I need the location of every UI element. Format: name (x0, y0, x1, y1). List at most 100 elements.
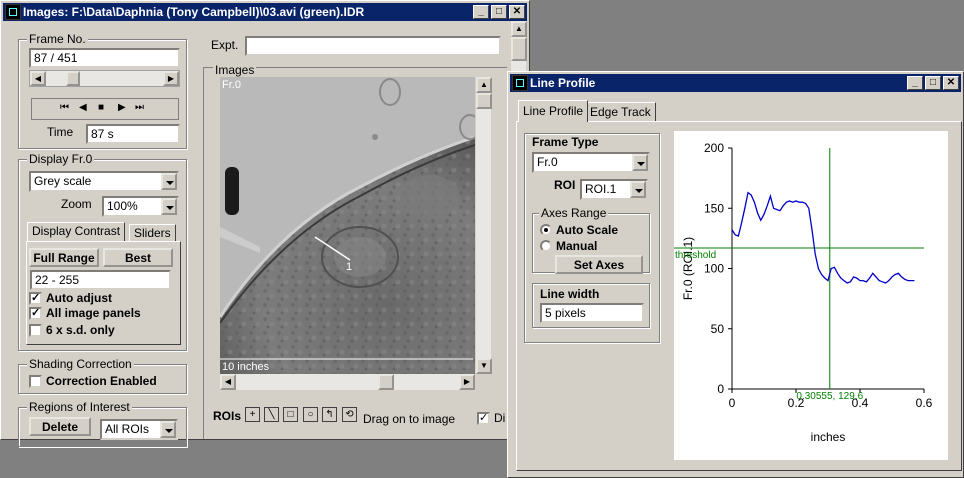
scroll-right-icon[interactable]: ▶ (459, 374, 475, 390)
roi-profile-select[interactable]: ROI.1 (580, 179, 648, 200)
microscope-image-graphic (220, 77, 475, 374)
line-profile-title: Line Profile (530, 76, 596, 90)
image-hscroll-thumb[interactable] (378, 374, 394, 390)
minimize-icon[interactable]: _ (473, 5, 489, 19)
scroll-up-icon[interactable]: ▲ (476, 77, 492, 93)
y-tick-label: 100 (704, 262, 724, 276)
roi-label: ROI (554, 178, 576, 192)
manual-radio[interactable]: Manual (540, 240, 597, 253)
scroll-down-icon[interactable]: ▼ (476, 358, 492, 374)
zoom-value: 100% (107, 199, 138, 213)
checkbox-box[interactable] (29, 324, 42, 337)
frame-type-label: Frame Type (532, 135, 599, 149)
all-image-panels-label: All image panels (46, 306, 141, 320)
y-tick-label: 0 (717, 382, 724, 396)
full-range-button[interactable]: Full Range (29, 248, 99, 267)
close-icon[interactable]: ✕ (509, 5, 525, 19)
frame-type-select[interactable]: Fr.0 (532, 152, 650, 173)
set-axes-button[interactable]: Set Axes (555, 255, 643, 274)
last-frame-icon[interactable]: ⏭ (135, 102, 144, 113)
frame-no-label: Frame No. (27, 32, 88, 46)
slider-right-arrow-icon[interactable]: ▶ (163, 71, 179, 86)
checkbox-box[interactable]: ✓ (29, 292, 42, 305)
manual-label: Manual (556, 239, 598, 253)
profile-chart[interactable]: 0 50 100 150 200 0 0.2 0.4 0.6 inches Fr.0 (ROI.1)… (674, 131, 948, 460)
auto-scale-radio[interactable]: Auto Scale (540, 224, 618, 237)
six-sd-only-label: 6 x s.d. only (46, 323, 115, 337)
tab-sliders[interactable]: Sliders (129, 224, 176, 242)
image-horizontal-scrollbar[interactable]: ◀ ▶ (220, 374, 475, 390)
image-vscroll-thumb[interactable] (476, 93, 492, 109)
line-width-field[interactable]: 5 pixels (540, 303, 644, 323)
roi-select[interactable]: All ROIs (100, 419, 178, 440)
checkbox-box[interactable]: ✓ (477, 412, 490, 425)
images-window-title: Images: F:\Data\Daphnia (Tony Campbell)\… (23, 5, 365, 19)
frame-type-value: Fr.0 (537, 155, 558, 169)
zoom-label: Zoom (61, 197, 92, 211)
line-width-label: Line width (540, 287, 600, 301)
display-group-label: Display Fr.0 (27, 152, 95, 166)
display-rois-checkbox[interactable]: ✓ Di (477, 412, 505, 425)
window-scroll-up-icon[interactable]: ▲ (511, 21, 527, 37)
threshold-label: threshold (675, 250, 716, 261)
roi-profile-value: ROI.1 (585, 182, 617, 196)
checkbox-box[interactable] (29, 375, 42, 388)
chevron-down-icon[interactable] (632, 154, 648, 171)
next-frame-icon[interactable]: ▶ (118, 102, 126, 113)
contrast-range-field[interactable]: 22 - 255 (30, 270, 171, 290)
first-frame-icon[interactable]: ⏮ (60, 102, 69, 113)
rectangle-tool-icon[interactable]: □ (283, 407, 298, 422)
tab-line-profile[interactable]: Line Profile (518, 100, 589, 122)
polyline-tool-icon[interactable]: ↰ (322, 407, 337, 422)
polygon-tool-icon[interactable]: ⟲ (342, 407, 357, 422)
radio-dot[interactable] (540, 224, 552, 236)
stop-icon[interactable]: ■ (98, 102, 104, 113)
microscope-image[interactable]: Fr.0 1 10 inches (220, 77, 475, 374)
tab-display-contrast-label: Display Contrast (32, 224, 121, 238)
tab-line-profile-label: Line Profile (523, 104, 584, 118)
line-profile-titlebar[interactable]: Line Profile _ □ ✕ (510, 74, 961, 92)
all-image-panels-checkbox[interactable]: ✓ All image panels (29, 307, 141, 320)
checkbox-box[interactable]: ✓ (29, 307, 42, 320)
crosshair-tool-icon[interactable]: + (245, 407, 260, 422)
correction-enabled-checkbox[interactable]: Correction Enabled (29, 375, 157, 388)
shading-correction-label: Shading Correction (27, 357, 134, 371)
display-mode-select[interactable]: Grey scale (29, 171, 179, 192)
frame-number-field[interactable]: 87 / 451 (29, 48, 180, 68)
scroll-left-icon[interactable]: ◀ (220, 374, 236, 390)
frame-slider-thumb[interactable] (65, 71, 80, 86)
line-tool-icon[interactable]: ╲ (264, 407, 279, 422)
auto-adjust-checkbox[interactable]: ✓ Auto adjust (29, 292, 112, 305)
tab-edge-track[interactable]: Edge Track (585, 102, 656, 122)
regions-of-interest-label: Regions of Interest (27, 400, 132, 414)
expt-field[interactable] (245, 36, 501, 56)
minimize-icon[interactable]: _ (907, 76, 923, 90)
radio-dot[interactable] (540, 240, 552, 252)
close-icon[interactable]: ✕ (943, 76, 959, 90)
chevron-down-icon[interactable] (160, 421, 176, 438)
window-scroll-thumb[interactable] (511, 37, 527, 61)
images-window-titlebar[interactable]: Images: F:\Data\Daphnia (Tony Campbell)\… (3, 3, 527, 21)
maximize-icon[interactable]: □ (491, 5, 507, 19)
chevron-down-icon[interactable] (161, 198, 177, 215)
app-icon (5, 4, 21, 20)
previous-frame-icon[interactable]: ◀ (79, 102, 87, 113)
best-button[interactable]: Best (103, 248, 173, 267)
six-sd-only-checkbox[interactable]: 6 x s.d. only (29, 324, 115, 337)
tab-edge-track-label: Edge Track (590, 105, 651, 119)
frame-slider[interactable]: ◀ ▶ (29, 70, 180, 87)
chevron-down-icon[interactable] (630, 181, 646, 198)
zoom-select[interactable]: 100% (102, 196, 179, 217)
app-icon (512, 75, 528, 91)
drag-hint: Drag on to image (363, 412, 456, 426)
chevron-down-icon[interactable] (161, 173, 177, 190)
maximize-icon[interactable]: □ (925, 76, 941, 90)
delete-roi-button[interactable]: Delete (29, 417, 91, 436)
slider-left-arrow-icon[interactable]: ◀ (30, 71, 46, 86)
image-vertical-scrollbar[interactable]: ▲ ▼ (475, 77, 492, 374)
x-tick-label: 0.6 (916, 396, 933, 410)
images-group-label: Images (213, 63, 257, 77)
ellipse-tool-icon[interactable]: ○ (303, 407, 318, 422)
time-field[interactable]: 87 s (86, 124, 180, 144)
tab-display-contrast[interactable]: Display Contrast (27, 222, 126, 242)
